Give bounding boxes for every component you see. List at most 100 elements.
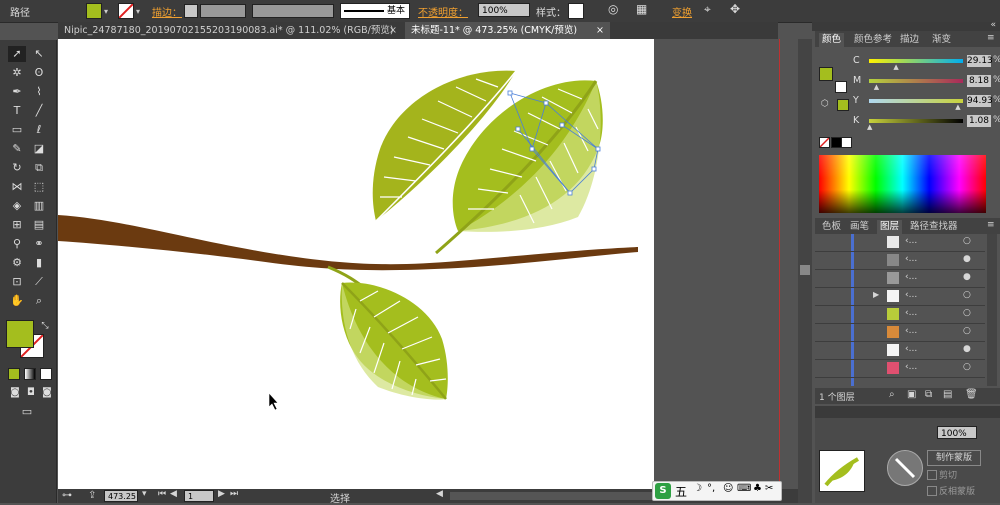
m-value-input[interactable]: 8.18 (967, 75, 991, 87)
draw-inside-icon[interactable]: ◙ (38, 385, 56, 401)
layer-row[interactable]: ‹... ○ (815, 306, 985, 324)
fill-proxy-front[interactable] (6, 320, 34, 348)
stroke-dropdown-icon[interactable]: ▾ (136, 8, 143, 16)
gamut-color-swatch[interactable] (837, 99, 849, 111)
clip-checkbox[interactable] (927, 470, 937, 480)
align-icon[interactable]: ▦ (636, 2, 647, 16)
next-page-icon[interactable]: ▶ (218, 489, 225, 499)
stroke-weight-spinner[interactable] (184, 4, 198, 18)
y-value-input[interactable]: 94.93 (967, 95, 993, 107)
c-slider-thumb[interactable]: ▲ (893, 63, 898, 71)
magic-wand-icon[interactable]: ✲ (8, 65, 26, 81)
transparency-opacity-input[interactable]: 100% (937, 426, 977, 439)
tab-untitled-document[interactable]: 未标题-11* @ 473.25% (CMYK/预览) × (405, 22, 610, 39)
mesh-tool-icon[interactable]: ⊞ (8, 217, 26, 233)
out-of-gamut-icon[interactable]: ⬡ (821, 99, 829, 109)
invert-mask-checkbox[interactable] (927, 486, 937, 496)
panel-menu-icon[interactable]: ✥ (730, 2, 740, 16)
rotate-tool-icon[interactable]: ↻ (8, 160, 26, 176)
layer-row[interactable]: ‹... ○ (815, 360, 985, 378)
vertical-scrollbar[interactable] (798, 39, 812, 503)
k-value-input[interactable]: 1.08 (967, 115, 991, 127)
layer-row[interactable]: ‹... ● (815, 270, 985, 288)
tab-pathfinder[interactable]: 路径查找器 (907, 220, 961, 234)
tab-gradient[interactable]: 渐变 (929, 33, 954, 47)
locate-object-icon[interactable]: ⌕ (889, 389, 895, 400)
scale-tool-icon[interactable]: ⧉ (30, 160, 48, 176)
keyboard-icon[interactable]: ⌨ (737, 483, 751, 494)
symbol-sprayer-icon[interactable]: ⚙ (8, 255, 26, 271)
recolor-icon[interactable]: ◎ (608, 2, 618, 16)
target-icon[interactable]: ○ (963, 326, 971, 336)
free-transform-icon[interactable]: ⬚ (30, 179, 48, 195)
color-fill-swatch[interactable] (819, 67, 833, 81)
panel-menu-icon[interactable]: ≡ (987, 220, 995, 230)
stroke-weight-input[interactable] (200, 4, 246, 18)
gradient-tool-icon[interactable]: ▤ (30, 217, 48, 233)
tab-layers[interactable]: 图层 (877, 220, 903, 234)
object-thumbnail[interactable] (819, 450, 865, 492)
prev-page-icon[interactable]: ◀ (170, 489, 177, 499)
variable-width-select[interactable] (252, 4, 334, 18)
new-sublayer-icon[interactable]: ⧉ (925, 389, 932, 400)
pencil-tool-icon[interactable]: ✎ (8, 141, 26, 157)
eraser-icon[interactable]: ◪ (30, 141, 48, 157)
y-slider[interactable] (869, 99, 963, 103)
color-spectrum[interactable] (819, 155, 986, 213)
opacity-input[interactable]: 100% (478, 3, 530, 17)
clipping-mask-icon[interactable]: ▣ (907, 389, 916, 400)
export-icon[interactable]: ⇪ (88, 490, 96, 501)
color-mode-icon[interactable] (8, 368, 20, 380)
lasso-icon[interactable]: ʘ (30, 65, 48, 81)
graph-tool-icon[interactable]: ▮ (30, 255, 48, 271)
make-mask-button[interactable]: 制作蒙版 (927, 450, 981, 466)
zoom-input[interactable]: 473.25 (104, 490, 138, 502)
k-slider-thumb[interactable]: ▲ (867, 123, 872, 131)
hand-tool-icon[interactable]: ✋ (8, 293, 26, 309)
skin-icon[interactable]: ♣ (753, 483, 762, 494)
c-value-input[interactable]: 29.13 (967, 55, 993, 67)
line-tool-icon[interactable]: ╱ (30, 103, 48, 119)
ime-toolbar[interactable]: S 五 ☽ °, ☺ ⌨ ♣ ✂ (652, 481, 782, 501)
sogou-s-icon[interactable]: S (655, 483, 671, 499)
selection-tool-icon[interactable]: ➚ (8, 46, 26, 62)
target-icon[interactable]: ○ (963, 290, 971, 300)
expand-arrow-icon[interactable]: ▶ (873, 290, 879, 299)
delete-layer-icon[interactable]: 🗑 (965, 389, 978, 400)
tools-icon[interactable]: ✂ (765, 483, 773, 494)
screen-mode-icon[interactable]: ▭ (18, 404, 36, 420)
close-icon[interactable]: × (389, 22, 397, 39)
paintbrush-icon[interactable]: ℓ (30, 122, 48, 138)
m-slider[interactable] (869, 79, 963, 83)
opacity-label[interactable]: 不透明度： (418, 4, 468, 19)
shape-builder-icon[interactable]: ◈ (8, 198, 26, 214)
voice-icon[interactable]: ☺ (723, 483, 733, 494)
transform-link[interactable]: 变换 (672, 4, 692, 19)
moon-icon[interactable]: ☽ (693, 483, 702, 494)
isolate-icon[interactable]: ⌖ (704, 2, 711, 17)
tab-stroke[interactable]: 描边 (897, 33, 922, 47)
tab-color-guide[interactable]: 颜色参考 (851, 33, 895, 47)
leaf-artwork[interactable] (58, 39, 654, 489)
none-mode-icon[interactable] (40, 368, 52, 380)
layer-row[interactable]: ‹... ● (815, 252, 985, 270)
artboard[interactable] (58, 39, 654, 489)
scroll-left-icon[interactable]: ◀ (436, 489, 443, 499)
mask-placeholder[interactable] (887, 450, 923, 486)
c-slider[interactable] (869, 59, 963, 63)
fill-swatch[interactable] (86, 3, 102, 19)
tab-nipic-document[interactable]: Nipic_24787180_20190702155203190083.ai* … (58, 22, 403, 39)
panel-menu-icon[interactable]: ≡ (987, 33, 995, 43)
layer-row[interactable]: ▶ ‹... ○ (815, 288, 985, 306)
artboard-tool-icon[interactable]: ⊡ (8, 274, 26, 290)
perspective-grid-icon[interactable]: ▥ (30, 198, 48, 214)
target-icon[interactable]: ○ (963, 236, 971, 246)
fill-dropdown-icon[interactable]: ▾ (104, 8, 111, 16)
zoom-dropdown-icon[interactable]: ▾ (142, 489, 147, 499)
direct-selection-tool-icon[interactable]: ↖ (30, 46, 48, 62)
target-icon[interactable]: ● (963, 254, 971, 264)
target-icon[interactable]: ● (963, 272, 971, 282)
new-layer-icon[interactable]: ▤ (943, 389, 952, 400)
color-stroke-swatch[interactable] (835, 81, 847, 93)
swap-colors-icon[interactable]: ⤡ (36, 318, 54, 334)
